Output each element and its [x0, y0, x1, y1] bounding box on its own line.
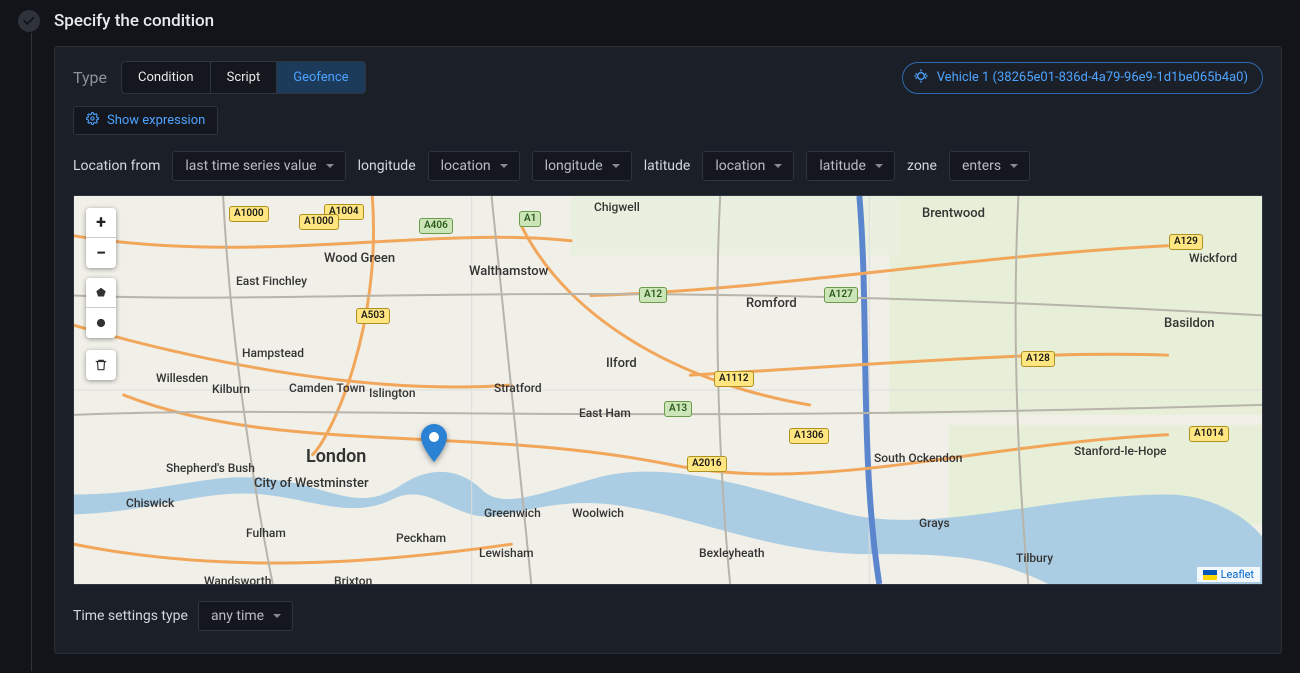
- map-place-label: East Ham: [579, 406, 631, 420]
- location-from-value: last time series value: [185, 158, 316, 174]
- location-from-select[interactable]: last time series value: [172, 151, 345, 181]
- tab-geofence[interactable]: Geofence: [277, 62, 364, 93]
- map-place-label: Brixton: [334, 574, 372, 585]
- zoom-in-button[interactable]: +: [86, 208, 116, 238]
- debug-vehicle-label: Vehicle 1 (38265e01-836d-4a79-96e9-1d1be…: [937, 70, 1248, 85]
- map-zoom-control: + −: [86, 208, 116, 268]
- map-place-label: Tilbury: [1016, 551, 1053, 565]
- map-place-label: Islington: [369, 386, 416, 400]
- road-shield: A503: [356, 308, 390, 324]
- longitude-field-select[interactable]: longitude: [532, 151, 632, 181]
- zoom-out-button[interactable]: −: [86, 238, 116, 268]
- tab-script[interactable]: Script: [211, 62, 278, 93]
- map-place-label: Brentwood: [922, 206, 985, 221]
- road-shield: A406: [419, 218, 453, 234]
- latitude-source-select[interactable]: location: [702, 151, 794, 181]
- map-place-label: Shepherd's Bush: [166, 461, 255, 475]
- bug-icon: [913, 68, 929, 88]
- latitude-source-value: location: [715, 158, 765, 174]
- longitude-source-value: location: [441, 158, 491, 174]
- leaflet-attribution-label: Leaflet: [1221, 568, 1254, 581]
- road-shield: A129: [1169, 234, 1203, 250]
- tab-condition[interactable]: Condition: [122, 62, 211, 93]
- map-place-label: South Ockendon: [874, 451, 962, 465]
- longitude-label: longitude: [358, 158, 416, 174]
- map-place-label: Stratford: [494, 381, 542, 395]
- latitude-field-value: latitude: [819, 158, 866, 174]
- map-place-label: Greenwich: [484, 506, 541, 520]
- map-place-label: Stanford-le-Hope: [1074, 444, 1166, 458]
- draw-polygon-button[interactable]: [86, 278, 116, 308]
- map-place-label: Ilford: [606, 356, 637, 371]
- map-marker[interactable]: [421, 424, 447, 466]
- map-place-label: Camden Town: [289, 381, 365, 395]
- map-place-label: Bexleyheath: [699, 546, 765, 560]
- road-shield: A13: [664, 401, 692, 417]
- map-place-label: Lewisham: [479, 546, 534, 560]
- road-shield: A128: [1021, 351, 1055, 367]
- map-place-label: Grays: [919, 516, 950, 530]
- map-trash-control: [86, 350, 116, 380]
- chevron-down-icon: [325, 161, 335, 171]
- zone-select[interactable]: enters: [949, 151, 1030, 181]
- map-place-label: Hampstead: [242, 346, 304, 360]
- type-label: Type: [73, 68, 107, 87]
- chevron-down-icon: [611, 161, 621, 171]
- gear-icon: [86, 112, 99, 129]
- chevron-down-icon: [272, 611, 282, 621]
- road-shield: A1000: [229, 206, 269, 222]
- zone-value: enters: [962, 158, 1001, 174]
- map-place-label: Chiswick: [126, 496, 174, 510]
- map-place-label: Basildon: [1164, 316, 1214, 331]
- map-place-label: Wood Green: [324, 251, 395, 266]
- section-title: Specify the condition: [54, 11, 214, 31]
- latitude-label: latitude: [644, 158, 691, 174]
- chevron-down-icon: [1009, 161, 1019, 171]
- ukraine-flag-icon: [1203, 570, 1217, 580]
- road-shield: A1306: [789, 428, 829, 444]
- type-segmented-control: Condition Script Geofence: [121, 61, 366, 94]
- map[interactable]: + − Leaflet: [73, 195, 1263, 585]
- chevron-down-icon: [499, 161, 509, 171]
- time-settings-label: Time settings type: [73, 608, 188, 624]
- road-shield: A1000: [299, 214, 339, 230]
- location-from-label: Location from: [73, 158, 160, 174]
- show-expression-button[interactable]: Show expression: [73, 106, 218, 135]
- map-place-label: Wandsworth: [204, 574, 271, 585]
- map-place-label: East Finchley: [236, 274, 307, 288]
- map-place-label: Chigwell: [594, 200, 640, 214]
- map-place-label: Fulham: [246, 526, 286, 540]
- step-connector-line: [31, 33, 32, 671]
- map-place-label: Woolwich: [572, 506, 624, 520]
- map-place-label: Romford: [746, 296, 797, 311]
- chevron-down-icon: [874, 161, 884, 171]
- draw-circle-button[interactable]: [86, 308, 116, 338]
- chevron-down-icon: [773, 161, 783, 171]
- map-place-label: Wickford: [1189, 251, 1237, 265]
- map-place-label: Willesden: [156, 371, 208, 385]
- map-place-label: Walthamstow: [469, 264, 548, 279]
- zone-label: zone: [907, 158, 937, 174]
- map-place-label: Kilburn: [212, 382, 250, 396]
- show-expression-label: Show expression: [107, 113, 205, 128]
- map-place-label: London: [306, 446, 366, 467]
- road-shield: A1112: [714, 371, 754, 387]
- map-place-label: Peckham: [396, 531, 446, 545]
- road-shield: A1014: [1189, 426, 1229, 442]
- map-draw-control: [86, 278, 116, 338]
- road-shield: A1: [519, 211, 541, 227]
- road-shield: A12: [639, 287, 667, 303]
- delete-shape-button[interactable]: [86, 350, 116, 380]
- latitude-field-select[interactable]: latitude: [806, 151, 895, 181]
- time-settings-value: any time: [211, 608, 264, 624]
- road-shield: A2016: [687, 456, 727, 472]
- longitude-field-value: longitude: [545, 158, 603, 174]
- debug-vehicle-chip[interactable]: Vehicle 1 (38265e01-836d-4a79-96e9-1d1be…: [902, 62, 1263, 94]
- map-attribution[interactable]: Leaflet: [1197, 567, 1260, 582]
- longitude-source-select[interactable]: location: [428, 151, 520, 181]
- step-complete-icon: [18, 10, 40, 32]
- time-settings-select[interactable]: any time: [198, 601, 293, 631]
- road-shield: A127: [824, 287, 858, 303]
- map-place-label: City of Westminster: [254, 476, 369, 491]
